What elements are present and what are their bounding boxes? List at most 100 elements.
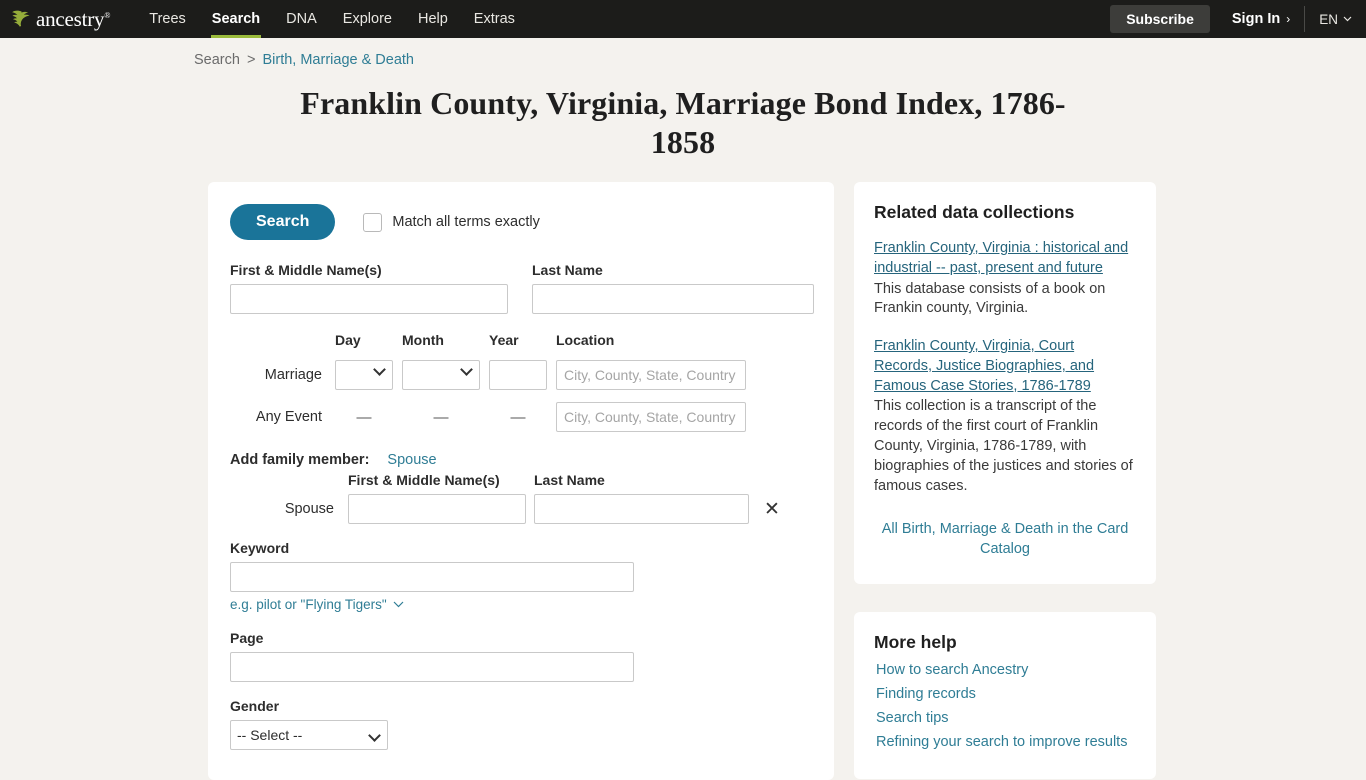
add-family-member-row: Add family member: Spouse	[230, 452, 812, 468]
nav-right-section: Subscribe Sign In › EN	[1110, 0, 1352, 38]
related-collection-description: This database consists of a book on Fran…	[874, 280, 1106, 317]
main-layout: Search Match all terms exactly First & M…	[0, 162, 1366, 780]
any-event-day-dash: —	[356, 408, 372, 426]
any-event-location-cell	[556, 396, 746, 438]
marriage-location-input[interactable]	[556, 360, 746, 391]
first-name-label: First & Middle Name(s)	[230, 262, 382, 279]
marriage-row-label: Marriage	[264, 367, 322, 384]
language-label: EN	[1319, 11, 1338, 27]
marriage-month-select-wrapper	[402, 354, 480, 396]
help-link-finding-records[interactable]: Finding records	[874, 683, 1136, 707]
breadcrumb-current[interactable]: Birth, Marriage & Death	[262, 52, 414, 68]
page-title: Franklin County, Virginia, Marriage Bond…	[300, 85, 1066, 161]
match-exactly-label: Match all terms exactly	[392, 214, 540, 231]
nav-item-search[interactable]: Search	[199, 0, 273, 38]
nav-item-extras[interactable]: Extras	[461, 0, 528, 38]
keyword-input[interactable]	[230, 562, 634, 593]
chevron-down-icon	[393, 599, 404, 611]
sign-in-button[interactable]: Sign In ›	[1232, 11, 1290, 27]
primary-nav: Trees Search DNA Explore Help Extras	[136, 0, 528, 38]
spouse-first-name-cell	[348, 494, 526, 525]
card-catalog-link[interactable]: All Birth, Marriage & Death in the Card …	[874, 519, 1136, 560]
any-event-row-label: Any Event	[255, 409, 322, 426]
day-column-header: Day	[335, 332, 361, 349]
keyword-hint-link[interactable]: e.g. pilot or "Flying Tigers"	[230, 597, 404, 612]
spouse-first-name-header: First & Middle Name(s)	[348, 472, 500, 489]
ancestry-wordmark: ancestry®	[36, 6, 111, 31]
gender-select-wrapper: -- Select --	[230, 720, 388, 751]
related-collection-description: This collection is a transcript of the r…	[874, 398, 1133, 494]
breadcrumb: Search > Birth, Marriage & Death	[0, 38, 1366, 68]
keyword-group: Keyword e.g. pilot or "Flying Tigers"	[230, 540, 812, 614]
ancestry-leaf-icon	[10, 8, 34, 30]
search-form-card: Search Match all terms exactly First & M…	[208, 182, 834, 780]
month-column-header: Month	[402, 332, 444, 349]
first-name-input[interactable]	[230, 284, 508, 315]
chevron-down-icon	[1343, 14, 1352, 24]
more-help-title: More help	[874, 631, 957, 652]
nav-item-help[interactable]: Help	[405, 0, 461, 38]
keyword-label: Keyword	[230, 540, 290, 557]
match-exactly-toggle[interactable]: Match all terms exactly	[363, 212, 540, 232]
related-collection-link[interactable]: Franklin County, Virginia : historical a…	[874, 239, 1136, 278]
year-column-header: Year	[489, 332, 519, 349]
location-column-header: Location	[556, 332, 615, 349]
breadcrumb-separator: >	[246, 52, 256, 68]
remove-spouse-icon[interactable]: ✕	[757, 500, 787, 519]
sign-in-label: Sign In	[1231, 11, 1281, 27]
match-exactly-checkbox[interactable]	[363, 212, 383, 232]
nav-item-explore[interactable]: Explore	[330, 0, 405, 38]
related-collection-link[interactable]: Franklin County, Virginia, Court Records…	[874, 337, 1136, 396]
spouse-row-label-header	[230, 480, 340, 486]
language-selector[interactable]: EN	[1319, 12, 1352, 27]
help-link-search-tips[interactable]: Search tips	[874, 707, 1136, 731]
first-name-group: First & Middle Name(s)	[230, 262, 508, 315]
keyword-hint-text: e.g. pilot or "Flying Tigers"	[230, 597, 387, 613]
any-event-year-dash: —	[510, 408, 526, 426]
spouse-last-name-cell	[534, 494, 749, 525]
any-event-month-dash: —	[433, 408, 449, 426]
help-link-how-to-search[interactable]: How to search Ancestry	[874, 659, 1136, 683]
add-spouse-link[interactable]: Spouse	[387, 452, 436, 468]
spouse-row-label: Spouse	[284, 501, 334, 518]
marriage-month-select[interactable]	[402, 360, 480, 391]
gender-group: Gender -- Select --	[230, 698, 812, 751]
any-event-location-input[interactable]	[556, 402, 746, 433]
gender-select[interactable]: -- Select --	[230, 720, 388, 751]
breadcrumb-root[interactable]: Search	[194, 52, 240, 68]
related-collections-title: Related data collections	[874, 202, 1075, 223]
marriage-day-select-wrapper	[335, 354, 393, 396]
page-group: Page	[230, 630, 812, 683]
chevron-right-icon: ›	[1286, 12, 1291, 26]
sidebar: Related data collections Franklin County…	[854, 182, 1156, 780]
nav-item-dna[interactable]: DNA	[273, 0, 330, 38]
event-row-label-header	[230, 340, 326, 346]
spouse-first-name-input[interactable]	[348, 494, 526, 525]
marriage-location-cell	[556, 354, 746, 396]
marriage-year-input[interactable]	[489, 360, 547, 391]
spouse-last-name-header: Last Name	[534, 472, 605, 489]
related-collections-card: Related data collections Franklin County…	[854, 182, 1156, 584]
last-name-group: Last Name	[532, 262, 814, 315]
last-name-input[interactable]	[532, 284, 814, 315]
page-label: Page	[230, 630, 264, 647]
search-actions-row: Search Match all terms exactly	[230, 204, 812, 241]
nav-divider	[1304, 6, 1306, 32]
spouse-last-name-input[interactable]	[534, 494, 749, 525]
spouse-fields-grid: First & Middle Name(s) Last Name Spouse …	[230, 472, 812, 525]
spouse-remove-header	[757, 480, 787, 486]
search-button[interactable]: Search	[230, 204, 336, 241]
primary-name-row: First & Middle Name(s) Last Name	[230, 262, 814, 315]
more-help-card: More help How to search Ancestry Finding…	[854, 611, 1156, 779]
subscribe-button[interactable]: Subscribe	[1110, 5, 1210, 33]
event-fields-grid: Day Month Year Location Marriage Any Eve…	[230, 332, 812, 438]
top-navigation-bar: ancestry® Trees Search DNA Explore Help …	[0, 0, 1366, 38]
nav-item-trees[interactable]: Trees	[136, 0, 199, 38]
last-name-label: Last Name	[532, 262, 603, 279]
marriage-day-select[interactable]	[335, 360, 393, 391]
add-family-member-label: Add family member:	[230, 452, 370, 469]
marriage-year-cell	[489, 354, 547, 396]
page-input[interactable]	[230, 652, 634, 683]
ancestry-logo[interactable]: ancestry®	[10, 7, 110, 32]
help-link-refining-search[interactable]: Refining your search to improve results	[874, 731, 1136, 755]
